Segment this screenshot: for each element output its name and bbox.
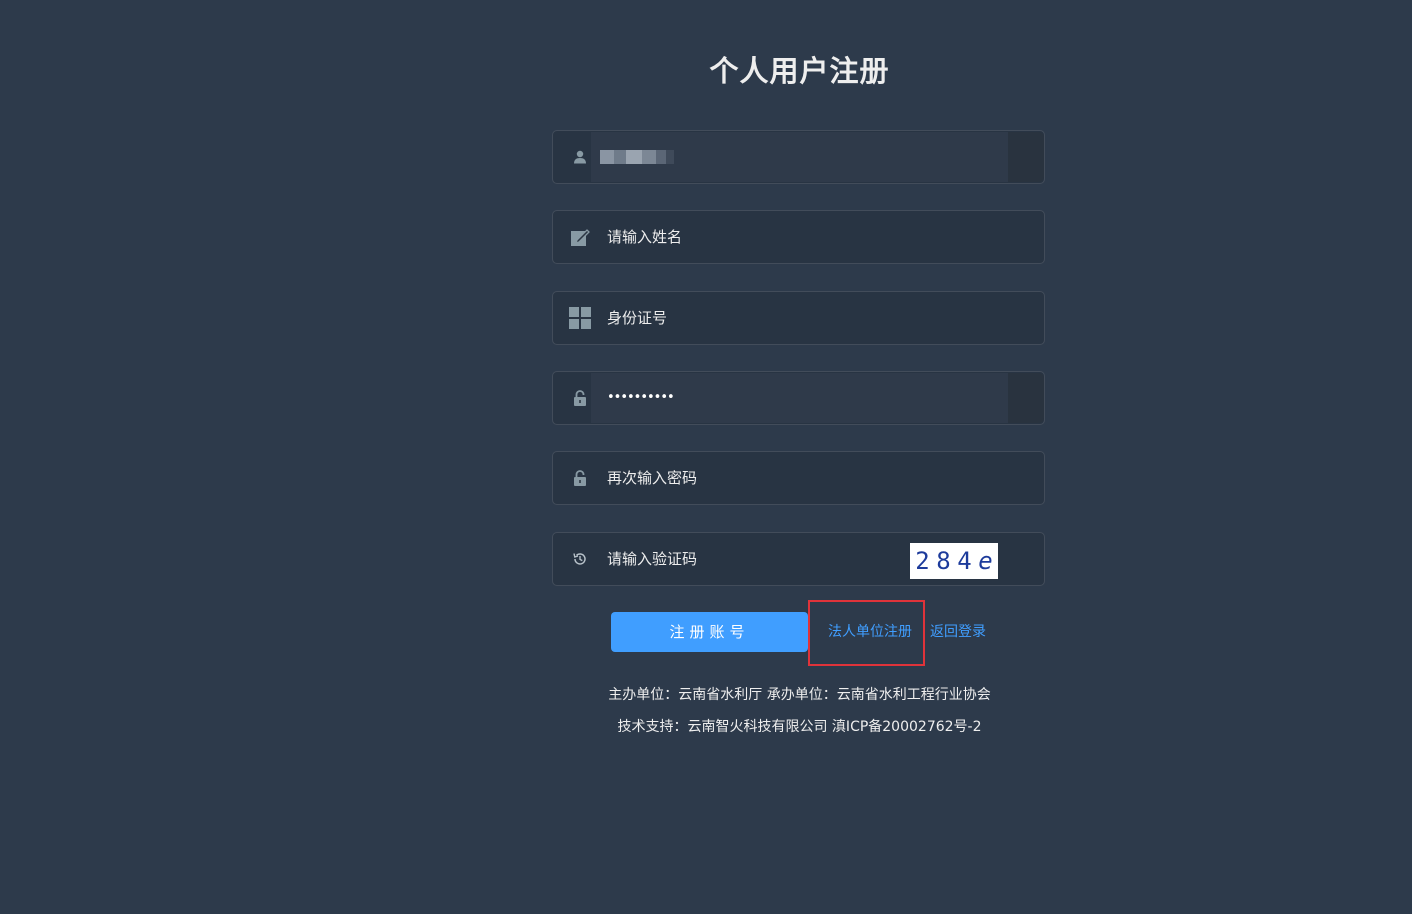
back-to-login-link[interactable]: 返回登录 — [930, 612, 986, 652]
username-field[interactable] — [552, 130, 1045, 184]
history-icon — [567, 533, 593, 585]
captcha-field[interactable]: 请输入验证码 2 8 4 e — [552, 532, 1045, 586]
name-input[interactable]: 请输入姓名 — [607, 211, 682, 263]
highlight-box — [808, 600, 925, 666]
footer-support: 技术支持：云南智火科技有限公司 滇ICP备20002762号-2 — [617, 719, 982, 735]
lock-icon — [567, 452, 593, 504]
captcha-char: 2 — [915, 547, 930, 575]
captcha-char: e — [978, 547, 993, 575]
captcha-char: 4 — [957, 547, 972, 575]
footer-organizer: 主办单位：云南省水利厅 承办单位：云南省水利工程行业协会 — [608, 687, 991, 703]
page-title: 个人用户注册 — [709, 54, 890, 88]
lock-icon — [567, 372, 593, 424]
id-number-field[interactable]: 身份证号 — [552, 291, 1045, 345]
password-field[interactable]: •••••••••• — [552, 371, 1045, 425]
password-input[interactable]: •••••••••• — [607, 372, 675, 424]
name-field[interactable]: 请输入姓名 — [552, 210, 1045, 264]
autofill-end — [1008, 373, 1044, 423]
captcha-char: 8 — [936, 547, 951, 575]
confirm-password-field[interactable]: 再次输入密码 — [552, 451, 1045, 505]
id-number-input[interactable]: 身份证号 — [607, 292, 667, 344]
username-value[interactable] — [600, 150, 674, 164]
grid-icon — [567, 292, 593, 344]
autofill-end — [1008, 132, 1044, 182]
captcha-image[interactable]: 2 8 4 e — [910, 543, 998, 579]
confirm-password-input[interactable]: 再次输入密码 — [607, 452, 697, 504]
register-button[interactable]: 注册账号 — [611, 612, 808, 652]
edit-icon — [567, 211, 593, 263]
user-icon — [567, 131, 593, 183]
captcha-input[interactable]: 请输入验证码 — [607, 533, 697, 585]
